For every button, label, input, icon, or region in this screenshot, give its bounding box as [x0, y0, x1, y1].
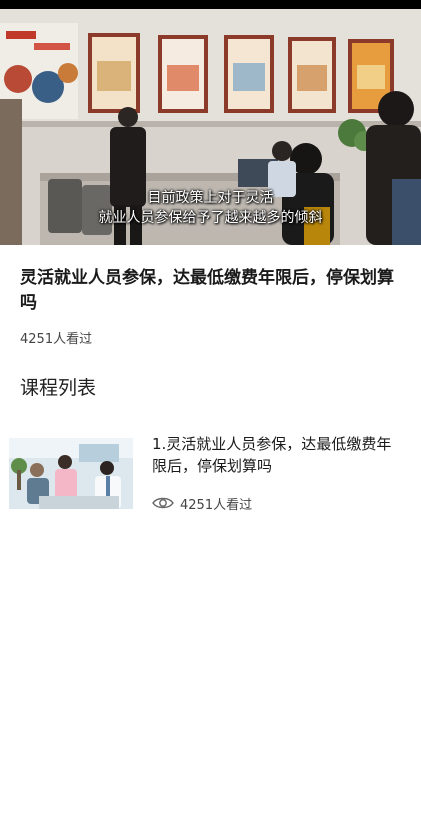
lesson-list-heading: 课程列表	[20, 377, 97, 399]
lesson-view-count: 4251人看过	[180, 497, 253, 513]
lesson-meta: 4251人看过	[152, 494, 253, 513]
lesson-title: 1.灵活就业人员参保，达最低缴费年限后，停保划算吗	[152, 435, 392, 475]
lesson-thumbnail	[9, 438, 133, 509]
status-bar	[0, 0, 421, 9]
course-view-count: 4251人看过	[20, 332, 93, 347]
video-subtitle-line-1: 目前政策上对于灵活	[147, 190, 274, 206]
eye-icon	[152, 496, 174, 510]
video-player[interactable]: 目前政策上对于灵活 就业人员参保给予了越来越多的倾斜	[0, 9, 421, 245]
course-title: 灵活就业人员参保，达最低缴费年限后，停保划算吗	[20, 268, 394, 313]
lesson-list-item[interactable]: 1.灵活就业人员参保，达最低缴费年限后，停保划算吗 4251人看过	[0, 430, 421, 520]
video-subtitle-line-2: 就业人员参保给予了越来越多的倾斜	[98, 210, 323, 226]
